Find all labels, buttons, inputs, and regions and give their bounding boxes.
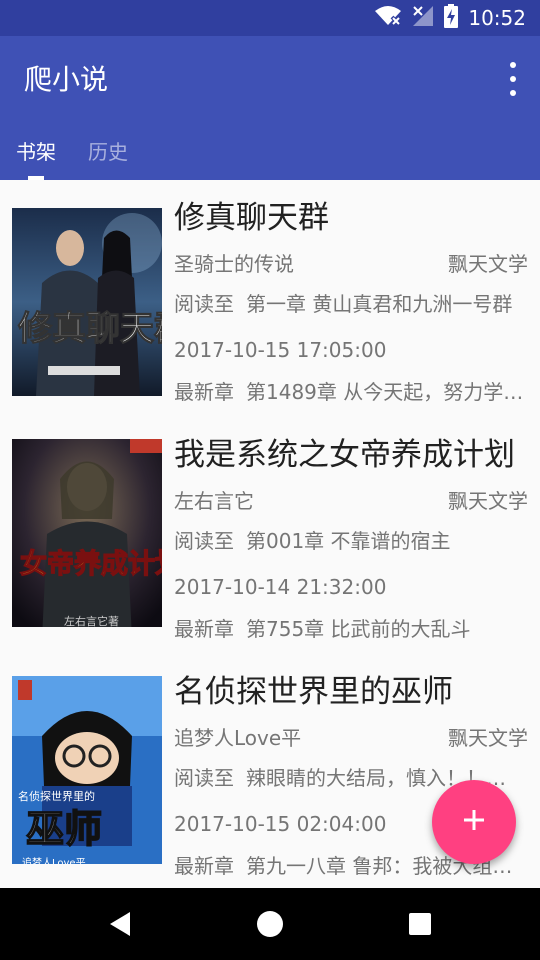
- book-source: 飘天文学: [448, 252, 528, 276]
- read-chapter: 第001章 不靠谱的宿主: [246, 529, 451, 553]
- book-author: 追梦人Love平: [174, 726, 302, 750]
- tab-bookshelf[interactable]: 书架: [0, 132, 72, 180]
- book-cover: 名侦探世界里的 巫师 追梦人Love平: [12, 676, 162, 864]
- latest-chapter-title: 第755章 比武前的大乱斗: [246, 617, 471, 641]
- latest-chapter: 最新章 第1489章 从今天起，努力学…: [174, 376, 528, 405]
- book-author: 圣骑士的传说: [174, 252, 294, 276]
- back-icon[interactable]: [108, 910, 132, 942]
- battery-charging-icon: [444, 4, 459, 32]
- system-nav-bar: [0, 888, 540, 960]
- book-source: 飘天文学: [448, 489, 528, 513]
- svg-text:名侦探世界里的: 名侦探世界里的: [18, 789, 95, 803]
- book-author: 左右言它: [174, 489, 254, 513]
- tab-bar: 书架 历史: [0, 132, 144, 180]
- book-title: 我是系统之女帝养成计划: [174, 437, 515, 473]
- tab-bookshelf-label: 书架: [16, 140, 56, 164]
- status-icons: 10:52: [374, 0, 526, 36]
- cover-title: 修真聊天群: [17, 309, 162, 349]
- more-vert-icon[interactable]: [506, 62, 520, 96]
- svg-text:左右言它著: 左右言它著: [64, 614, 119, 627]
- book-source: 飘天文学: [448, 726, 528, 750]
- book-title: 名侦探世界里的巫师: [174, 674, 453, 710]
- add-book-button[interactable]: [432, 780, 516, 864]
- cover-title: 巫师: [26, 806, 102, 851]
- book-item[interactable]: 修真聊天群 修真聊天群 圣骑士的传说 飘天文学 阅读至第一章 黄山真君和九洲一号…: [0, 180, 540, 417]
- latest-chapter-title: 第1489章 从今天起，努力学…: [246, 380, 524, 404]
- read-chapter: 第一章 黄山真君和九洲一号群: [246, 292, 513, 316]
- app-title: 爬小说: [24, 63, 109, 96]
- latest-label: 最新章: [174, 854, 234, 878]
- book-item[interactable]: 女帝养成计划 左右言它著 我是系统之女帝养成计划 左右言它 飘天文学 阅读至第0…: [0, 417, 540, 654]
- wifi-off-icon: [374, 5, 402, 31]
- recents-icon[interactable]: [408, 912, 432, 940]
- status-bar: 10:52: [0, 0, 540, 36]
- read-label: 阅读至: [174, 292, 234, 316]
- signal-off-icon: [412, 5, 434, 31]
- update-date: 2017-10-14 21:32:00: [174, 575, 387, 599]
- status-time: 10:52: [468, 6, 526, 30]
- add-icon: [462, 808, 486, 836]
- book-title: 修真聊天群: [174, 200, 329, 236]
- latest-chapter: 最新章 第755章 比武前的大乱斗: [174, 613, 528, 642]
- read-progress: 阅读至 第一章 黄山真君和九洲一号群: [174, 288, 528, 317]
- read-label: 阅读至: [174, 766, 234, 790]
- read-label: 阅读至: [174, 529, 234, 553]
- latest-label: 最新章: [174, 380, 234, 404]
- update-date: 2017-10-15 17:05:00: [174, 338, 387, 362]
- home-icon[interactable]: [256, 910, 284, 942]
- svg-text:追梦人Love平: 追梦人Love平: [22, 856, 86, 864]
- latest-label: 最新章: [174, 617, 234, 641]
- book-cover: 修真聊天群: [12, 208, 162, 396]
- cover-title: 女帝养成计划: [20, 548, 162, 580]
- app-bar: 爬小说 书架 历史: [0, 36, 540, 180]
- tab-history-label: 历史: [88, 140, 128, 164]
- book-cover: 女帝养成计划 左右言它著: [12, 439, 162, 627]
- tab-history[interactable]: 历史: [72, 132, 144, 180]
- read-progress: 阅读至 第001章 不靠谱的宿主: [174, 525, 528, 554]
